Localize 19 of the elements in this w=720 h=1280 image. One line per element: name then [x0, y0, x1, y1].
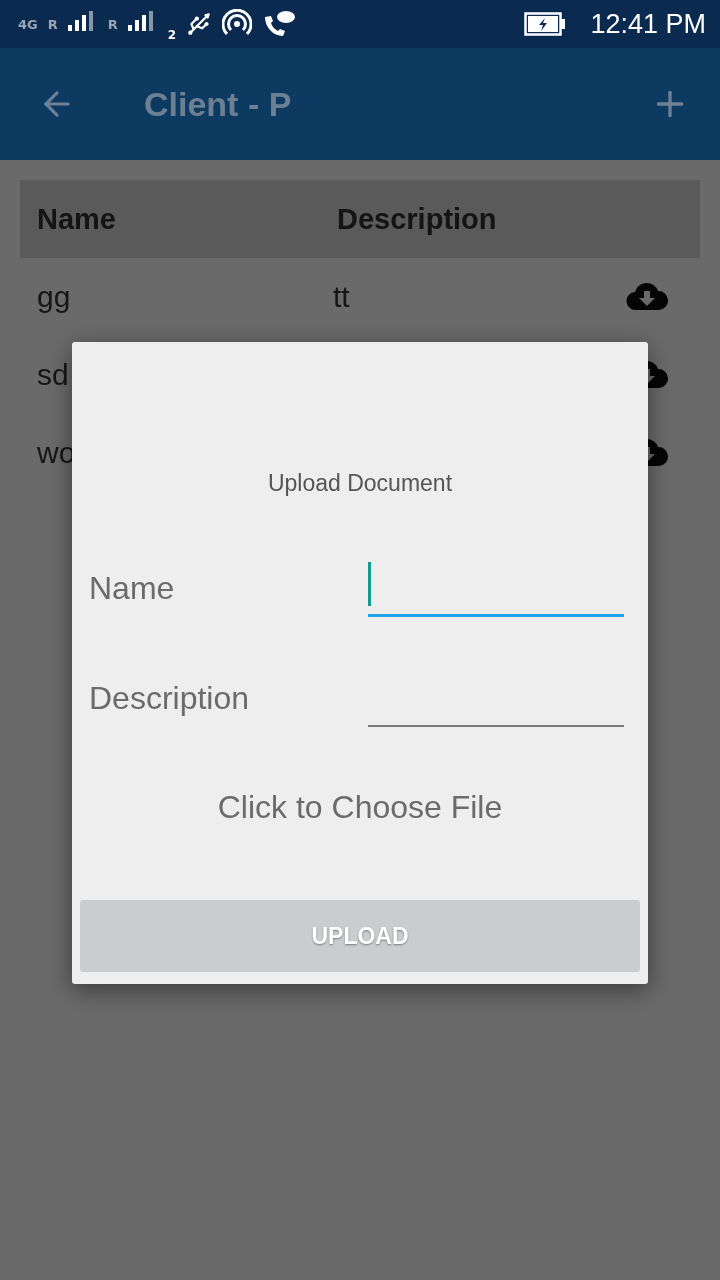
description-cell-text: tt — [333, 280, 351, 314]
wifi-calling-icon — [262, 9, 297, 39]
cloud-download-icon[interactable] — [626, 282, 668, 312]
network-type-label: 4G — [18, 16, 38, 32]
clock-time: 12:41 PM — [590, 8, 706, 40]
dialog-title: Upload Document — [267, 470, 453, 497]
roaming-label: R — [107, 16, 118, 32]
column-header: Description — [337, 202, 498, 236]
column-header: Name — [37, 202, 117, 236]
name-cell-text: gg — [37, 280, 72, 314]
name-cell-text: sd — [37, 358, 70, 392]
field-label: Name — [89, 570, 176, 608]
battery-charging-icon — [524, 12, 567, 36]
usb-icon — [186, 11, 213, 37]
roaming-label: R — [47, 16, 58, 32]
app-bar-title: Client - P — [144, 84, 293, 124]
choose-file-link[interactable]: Click to Choose File — [217, 789, 503, 826]
sim-index-label: 2 — [167, 28, 177, 42]
field-label: Description — [89, 680, 251, 718]
